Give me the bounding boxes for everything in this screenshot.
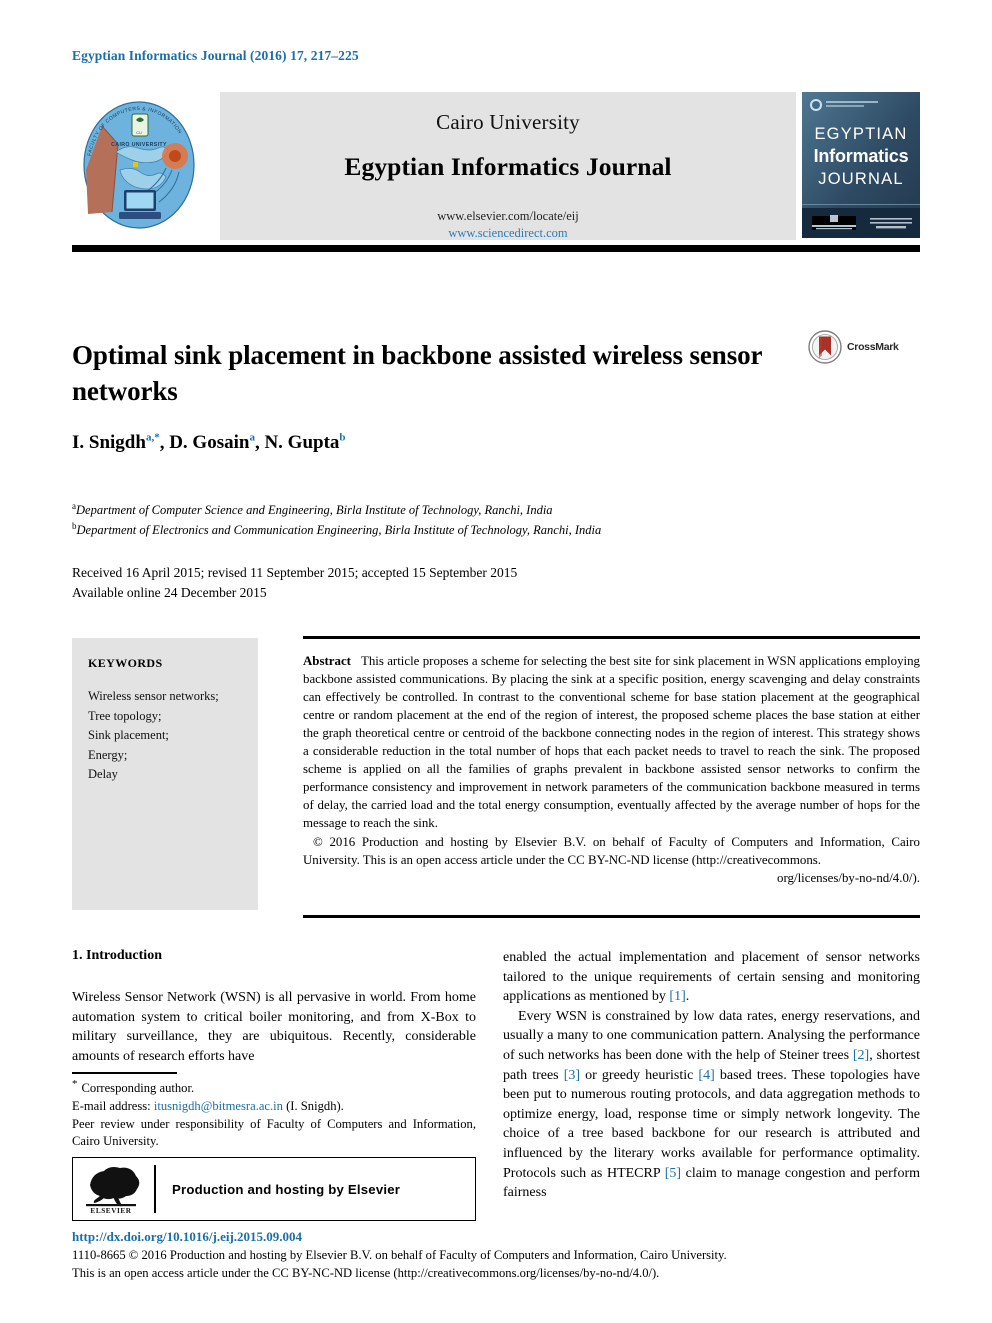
crossmark-badge[interactable]: CrossMark — [808, 328, 912, 366]
intro-para-1: Wireless Sensor Network (WSN) is all per… — [72, 990, 476, 1064]
svg-text:JOURNAL: JOURNAL — [818, 170, 903, 188]
page-title: Optimal sink placement in backbone assis… — [72, 340, 762, 406]
copyright-text: © 2016 Production and hosting by Elsevie… — [303, 835, 920, 868]
svg-text:CU: CU — [136, 130, 142, 135]
email-note: E-mail address: itusnigdh@bitmesra.ac.in… — [72, 1098, 344, 1113]
doi-link[interactable]: http://dx.doi.org/10.1016/j.eij.2015.09.… — [72, 1229, 302, 1245]
right-para-1: enabled the actual implementation and pl… — [503, 950, 920, 1005]
affiliation-list: aDepartment of Computer Science and Engi… — [72, 500, 601, 540]
author-3: N. Guptab — [264, 432, 346, 454]
citation-ref-2[interactable]: [2] — [853, 1048, 869, 1063]
received-revised-accepted: Received 16 April 2015; revised 11 Septe… — [72, 565, 518, 580]
asterisk-marker: * — [72, 1078, 78, 1090]
column-left: 1. Introduction Wireless Sensor Network … — [72, 948, 476, 1066]
svg-text:EGYPTIAN: EGYPTIAN — [814, 125, 907, 143]
keywords-heading: KEYWORDS — [88, 656, 163, 670]
elsevier-box-divider — [154, 1165, 156, 1213]
abstract-bottom-rule — [303, 915, 920, 918]
running-head: Egyptian Informatics Journal (2016) 17, … — [72, 48, 359, 63]
sciencedirect-url[interactable]: www.sciencedirect.com — [448, 225, 567, 242]
abstract-copyright: © 2016 Production and hosting by Elsevie… — [303, 833, 920, 887]
section-heading-introduction: 1. Introduction — [72, 948, 162, 963]
keyword-item: Wireless sensor networks; — [88, 689, 219, 703]
publisher-university: Cairo University — [436, 110, 580, 134]
masthead-center: Cairo University Egyptian Informatics Jo… — [220, 92, 796, 240]
footnote-block: * Corresponding author. E-mail address: i… — [72, 1077, 476, 1151]
peer-review-note: Peer review under responsibility of Facu… — [72, 1116, 476, 1149]
keyword-item: Delay — [88, 767, 118, 781]
keyword-item: Sink placement; — [88, 728, 169, 742]
production-hosting-box: ELSEVIER Production and hosting by Elsev… — [72, 1157, 476, 1221]
abstract-text: Abstract This article proposes a scheme f… — [303, 652, 920, 833]
citation-ref-4[interactable]: [4] — [698, 1068, 714, 1083]
author-list: I. Snigdha,*, D. Gosaina, N. Guptab — [72, 432, 346, 454]
footer-legal-text: 1110-8665 © 2016 Production and hosting … — [72, 1246, 928, 1283]
footer-legal-line-2: This is an open access article under the… — [72, 1266, 660, 1281]
abstract-top-rule — [303, 636, 920, 639]
corresponding-author-note: * Corresponding author. — [72, 1078, 195, 1096]
journal-homepage-url[interactable]: www.elsevier.com/locate/eij — [437, 208, 579, 225]
abstract-panel: Abstract This article proposes a scheme f… — [303, 636, 920, 887]
journal-masthead: CU CAIRO UNIVERSITY FACULTY OF COMPUTERS… — [72, 92, 920, 240]
copyright-license-url: org/licenses/by-no-nd/4.0/). — [777, 871, 920, 886]
footnote-divider — [72, 1072, 177, 1074]
cairo-university-seal-icon: CU CAIRO UNIVERSITY FACULTY OF COMPUTERS… — [72, 92, 206, 238]
right-para-2: Every WSN is constrained by low data rat… — [503, 1008, 920, 1201]
crossmark-icon — [808, 330, 842, 364]
svg-text:Informatics: Informatics — [814, 146, 909, 166]
author-2: D. Gosaina — [169, 432, 255, 454]
abstract-label: Abstract — [303, 653, 351, 668]
elsevier-tree-logo-icon: ELSEVIER — [86, 1167, 140, 1215]
keyword-item: Tree topology; — [88, 708, 162, 723]
intro-paragraph-left: Wireless Sensor Network (WSN) is all per… — [72, 988, 476, 1066]
intro-paragraphs-right: enabled the actual implementation and pl… — [503, 948, 920, 1203]
journal-cover-thumbnail: EGYPTIAN Informatics JOURNAL — [802, 92, 920, 238]
crossmark-label: CrossMark — [847, 341, 899, 353]
masthead-divider — [72, 245, 920, 252]
keywords-panel: KEYWORDS Wireless sensor networks; Tree … — [72, 638, 258, 910]
abstract-content: This article proposes a scheme for selec… — [303, 653, 920, 831]
article-first-page: Egyptian Informatics Journal (2016) 17, … — [0, 0, 992, 1323]
author-sep-1: , — [159, 432, 170, 454]
footer-legal-line-1: 1110-8665 © 2016 Production and hosting … — [72, 1248, 727, 1262]
production-hosting-label: Production and hosting by Elsevier — [172, 1181, 401, 1197]
author-email-link[interactable]: itusnigdh@bitmesra.ac.in — [154, 1099, 283, 1113]
affiliation-a: aDepartment of Computer Science and Engi… — [72, 501, 553, 518]
available-online: Available online 24 December 2015 — [72, 584, 267, 600]
citation-ref-1[interactable]: [1] — [669, 989, 685, 1004]
affiliation-b: bDepartment of Electronics and Communica… — [72, 520, 602, 538]
citation-ref-3[interactable]: [3] — [564, 1068, 580, 1083]
svg-text:CAIRO UNIVERSITY: CAIRO UNIVERSITY — [111, 142, 167, 148]
author-1: I. Snigdha,* — [72, 432, 160, 454]
svg-text:ELSEVIER: ELSEVIER — [90, 1207, 131, 1215]
column-right: enabled the actual implementation and pl… — [503, 948, 920, 1203]
keyword-item: Energy; — [88, 747, 128, 762]
article-history: Received 16 April 2015; revised 11 Septe… — [72, 563, 517, 602]
citation-ref-5[interactable]: [5] — [665, 1166, 681, 1181]
keywords-list: Wireless sensor networks; Tree topology;… — [88, 687, 242, 785]
journal-title: Egyptian Informatics Journal — [344, 152, 672, 181]
